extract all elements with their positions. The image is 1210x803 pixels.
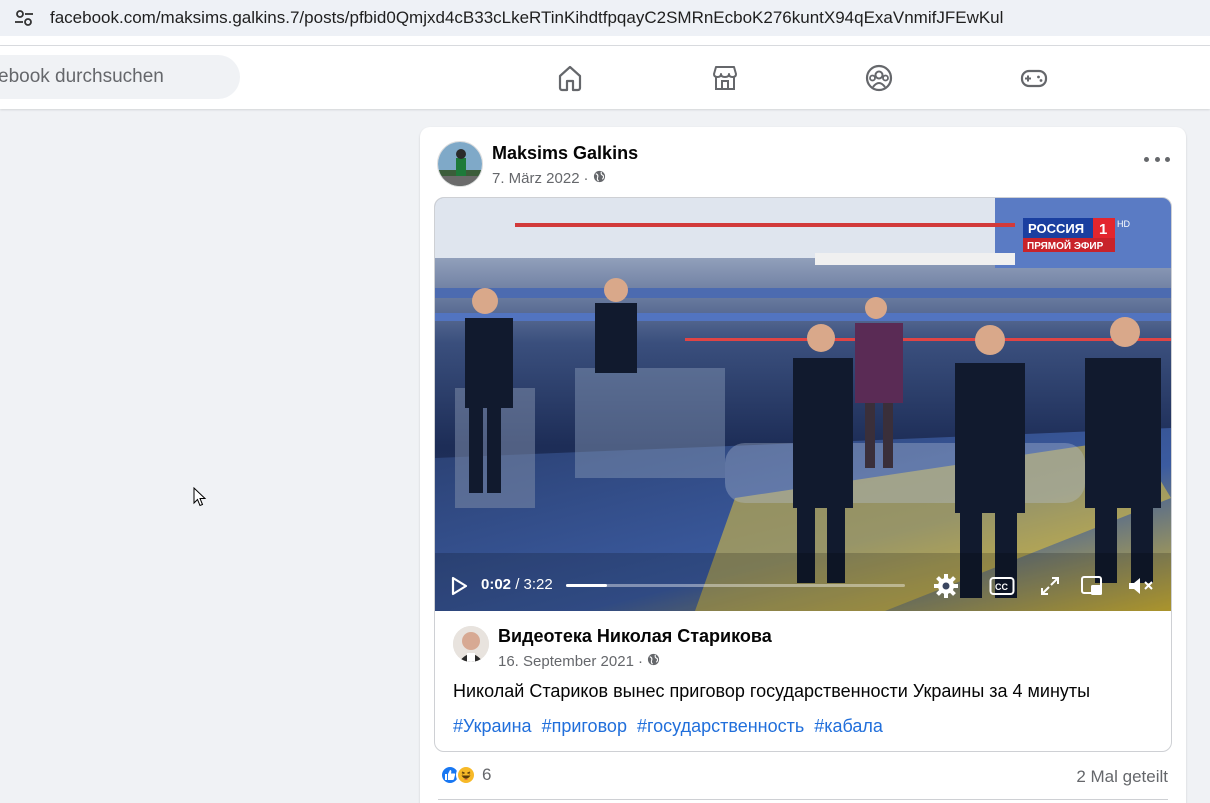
video-player[interactable]: РОССИЯ 1 HD ПРЯМОЙ ЭФИР 0:02 / 3:22 CC	[435, 198, 1171, 611]
shared-date[interactable]: 16. September 2021	[498, 653, 634, 670]
current-time: 0:02	[481, 576, 512, 593]
mute-icon[interactable]	[1127, 574, 1155, 598]
shared-author-avatar[interactable]	[453, 626, 489, 662]
channel-logo-bottom: ПРЯМОЙ ЭФИР	[1027, 239, 1104, 252]
hashtag-link[interactable]: #кабала	[814, 716, 883, 736]
video-progress-bar[interactable]	[566, 584, 905, 587]
hashtag-link[interactable]: #Украина	[453, 716, 532, 736]
channel-logo-top: РОССИЯ	[1028, 221, 1084, 236]
meta-separator: ·	[583, 170, 589, 187]
groups-icon[interactable]	[863, 62, 895, 94]
marketplace-icon[interactable]	[709, 62, 741, 94]
channel-logo-num: 1	[1099, 221, 1107, 238]
hashtags: #Украина #приговор #государственность #к…	[453, 716, 888, 737]
channel-logo-hd: HD	[1117, 219, 1130, 229]
play-icon[interactable]	[449, 575, 469, 597]
home-icon[interactable]	[554, 62, 586, 94]
url-bar[interactable]: facebook.com/maksims.galkins.7/posts/pfb…	[0, 0, 1210, 36]
post-author[interactable]: Maksims Galkins	[492, 143, 638, 164]
post-meta: 7. März 2022 ·	[492, 170, 606, 187]
search-input[interactable]: ebook durchsuchen	[0, 55, 240, 99]
svg-text:CC: CC	[995, 582, 1008, 592]
shared-author[interactable]: Видеотека Николая Старикова	[498, 626, 772, 647]
duration: / 3:22	[515, 576, 553, 593]
gear-icon[interactable]	[933, 573, 959, 599]
shared-meta: 16. September 2021 ·	[498, 653, 660, 670]
reaction-count: 6	[482, 765, 492, 784]
picture-in-picture-icon[interactable]	[1079, 574, 1105, 598]
hashtag-link[interactable]: #приговор	[542, 716, 627, 736]
gaming-icon[interactable]	[1018, 62, 1050, 94]
globe-icon	[593, 170, 606, 187]
hashtag-link[interactable]: #государственность	[637, 716, 804, 736]
browser-address-bar: facebook.com/maksims.galkins.7/posts/pfb…	[0, 0, 1210, 46]
channel-logo: РОССИЯ 1 HD ПРЯМОЙ ЭФИР	[1023, 218, 1130, 252]
shared-post[interactable]: РОССИЯ 1 HD ПРЯМОЙ ЭФИР 0:02 / 3:22 CC В…	[434, 197, 1172, 752]
video-time: 0:02 / 3:22	[481, 576, 553, 593]
video-progress-fill	[566, 584, 607, 587]
mouse-cursor-icon	[193, 486, 207, 512]
avatar[interactable]	[437, 141, 483, 187]
shared-meta-separator: ·	[637, 653, 643, 670]
post-card: Maksims Galkins 7. März 2022 · РОССИЯ 1 …	[420, 127, 1186, 803]
search-placeholder: ebook durchsuchen	[0, 66, 164, 87]
tune-icon[interactable]	[10, 4, 38, 32]
facebook-header: ebook durchsuchen	[0, 46, 1210, 109]
shared-post-text: Николай Стариков вынес приговор государс…	[453, 681, 1091, 701]
share-count[interactable]: 2 Mal geteilt	[1076, 767, 1168, 787]
reactions-summary[interactable]: 6	[440, 765, 491, 785]
globe-icon	[647, 653, 660, 670]
video-frame: РОССИЯ 1 HD ПРЯМОЙ ЭФИР	[435, 198, 1171, 611]
fullscreen-icon[interactable]	[1039, 575, 1061, 597]
captions-icon[interactable]: CC	[989, 575, 1015, 597]
divider	[438, 799, 1168, 800]
url-text[interactable]: facebook.com/maksims.galkins.7/posts/pfb…	[50, 8, 1003, 28]
more-icon[interactable]	[1144, 149, 1170, 169]
post-date[interactable]: 7. März 2022	[492, 170, 580, 187]
haha-reaction-icon	[456, 765, 476, 785]
